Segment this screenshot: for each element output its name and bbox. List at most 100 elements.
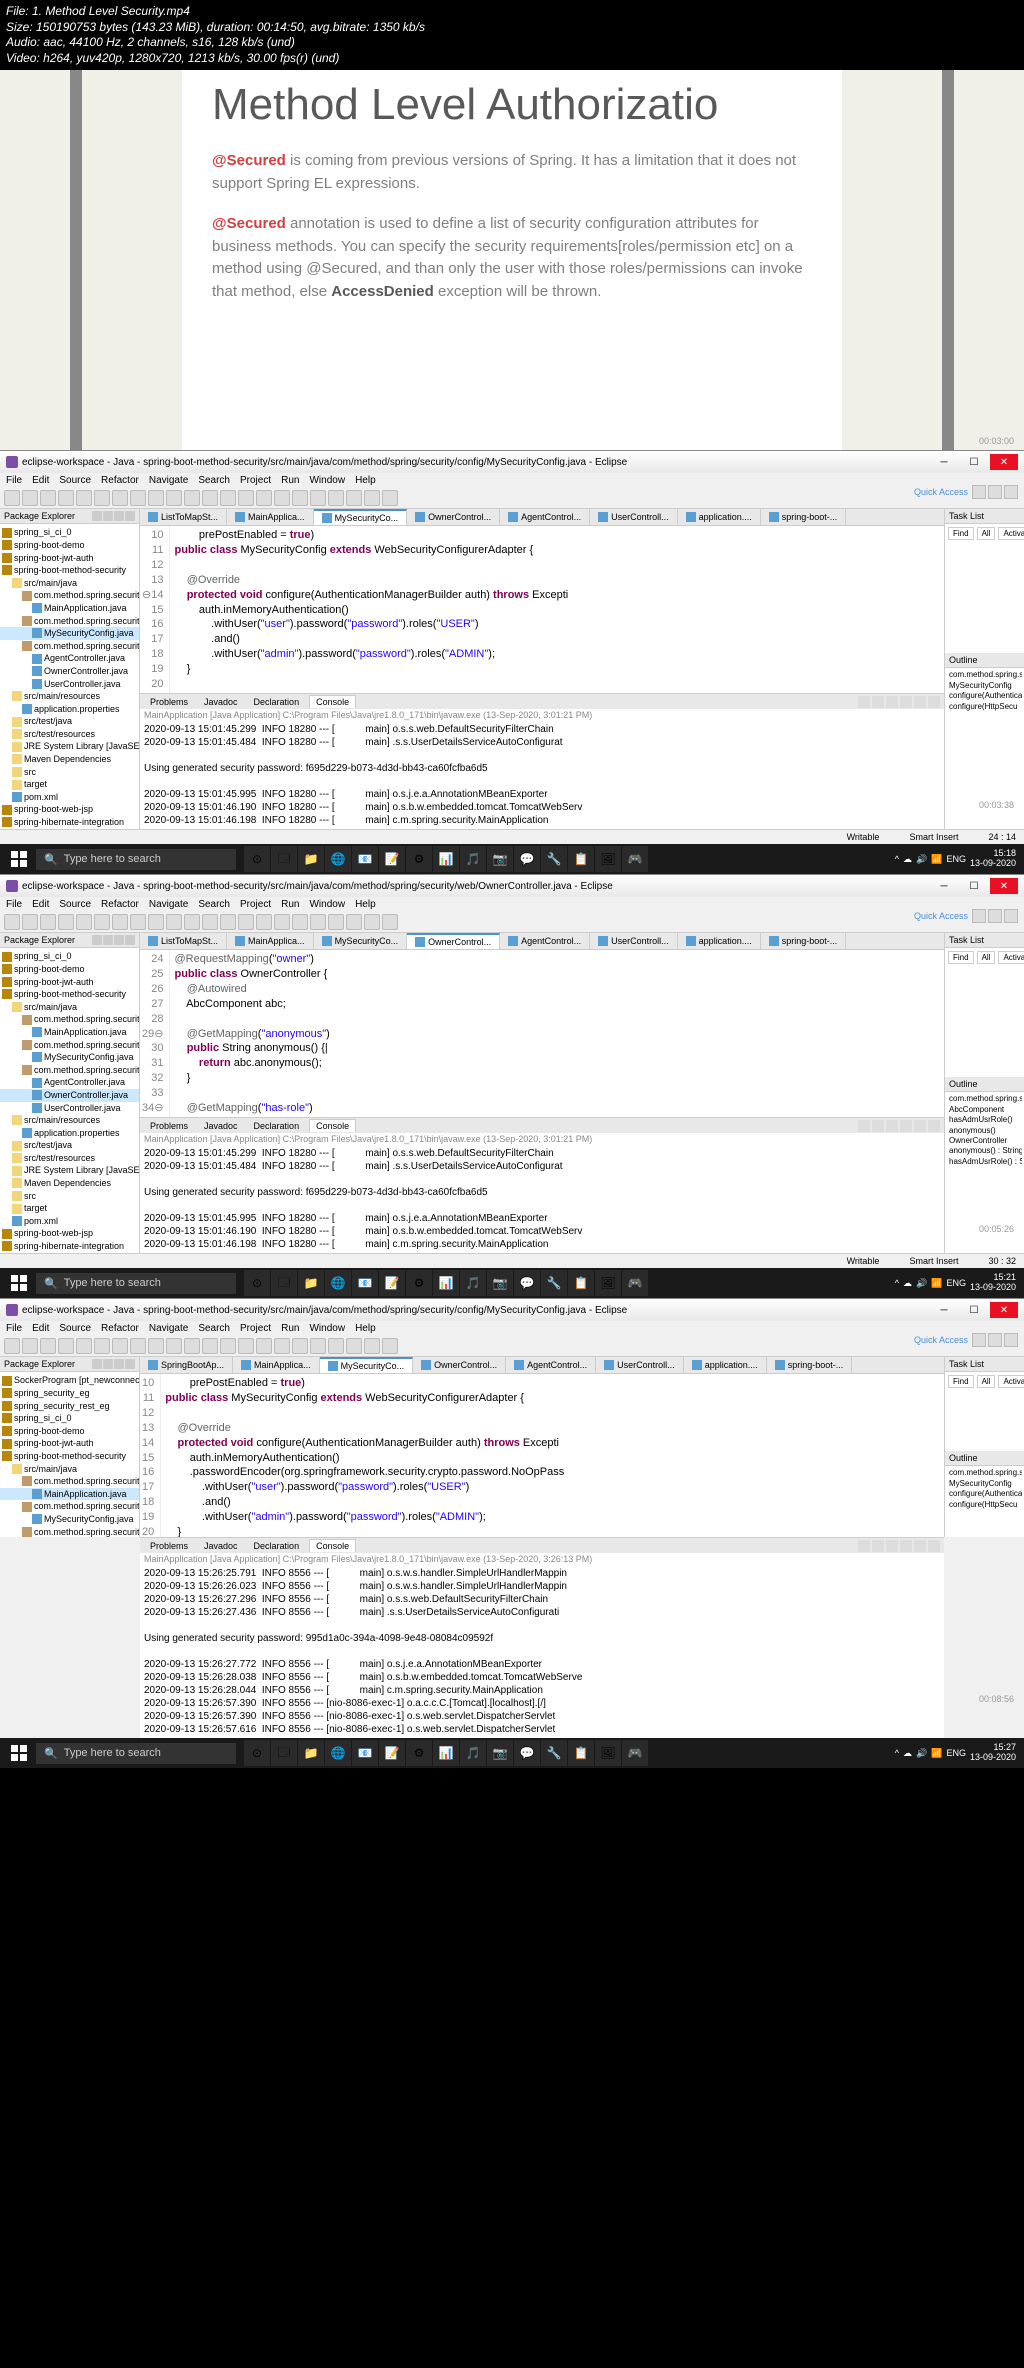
taskbar-search[interactable]: 🔍 Type here to search	[36, 849, 236, 870]
taskbar-app-icon[interactable]: 📷	[487, 846, 513, 872]
tree-item[interactable]: MainApplication.java	[0, 1026, 139, 1039]
tree-item[interactable]: SockerProgram [pt_newconnect opened]	[0, 1374, 139, 1387]
menu-edit[interactable]: Edit	[32, 475, 49, 486]
tree-item[interactable]: src/main/java	[0, 577, 139, 590]
system-tray[interactable]: ^☁🔊📶ENG 15:2113-09-2020	[895, 1273, 1020, 1293]
task-filter-button[interactable]: Activat...	[998, 951, 1024, 964]
taskbar-app-icon[interactable]: 🎵	[460, 846, 486, 872]
toolbar-button[interactable]	[76, 490, 92, 506]
editor-tab[interactable]: MainApplica...	[233, 1357, 320, 1373]
declaration-tab[interactable]: Declaration	[248, 696, 306, 708]
menu-file[interactable]: File	[6, 475, 22, 486]
console-tool-icon[interactable]	[900, 1120, 912, 1132]
toolbar-button[interactable]	[238, 1338, 254, 1354]
toolbar-button[interactable]	[166, 1338, 182, 1354]
taskbar-app-icon[interactable]: 🌐	[325, 1740, 351, 1766]
tree-item[interactable]: com.method.spring.security.config	[0, 1500, 139, 1513]
toolbar-button[interactable]	[22, 914, 38, 930]
taskbar-app-icon[interactable]: 📝	[379, 1270, 405, 1296]
editor-tab[interactable]: spring-boot-...	[761, 933, 847, 949]
start-button[interactable]	[4, 1740, 34, 1766]
system-tray[interactable]: ^☁🔊📶ENG 15:2713-09-2020	[895, 1743, 1020, 1763]
toolbar-button[interactable]	[40, 1338, 56, 1354]
toolbar-button[interactable]	[256, 914, 272, 930]
toolbar-button[interactable]	[94, 490, 110, 506]
taskbar-app-icon[interactable]: 🌐	[325, 1270, 351, 1296]
code-text[interactable]: @RequestMapping("owner") public class Ow…	[170, 950, 944, 1117]
toolbar-button[interactable]	[202, 1338, 218, 1354]
taskbar-app-icon[interactable]: 📝	[379, 1740, 405, 1766]
code-editor[interactable]: 10111213⊖141516171819202122⊖23242526 pre…	[140, 526, 944, 693]
menu-search[interactable]: Search	[198, 899, 230, 910]
toolbar-button[interactable]	[292, 914, 308, 930]
toolbar-button[interactable]	[148, 1338, 164, 1354]
toolbar-button[interactable]	[292, 1338, 308, 1354]
perspective-icon[interactable]	[972, 1333, 986, 1347]
editor-tab[interactable]: ListToMapSt...	[140, 933, 227, 949]
problems-tab[interactable]: Problems	[144, 696, 194, 708]
taskbar-app-icon[interactable]: 🗔	[271, 1740, 297, 1766]
console-tool-icon[interactable]	[872, 696, 884, 708]
editor-tab[interactable]: UserControll...	[590, 933, 678, 949]
tree-item[interactable]: AgentController.java	[0, 1076, 139, 1089]
toolbar-button[interactable]	[274, 490, 290, 506]
toolbar-button[interactable]	[346, 490, 362, 506]
menu-source[interactable]: Source	[59, 1323, 91, 1334]
tree-item[interactable]: spring_security_eg	[0, 1387, 139, 1400]
code-editor[interactable]: 10111213141516171819202122 prePostEnable…	[140, 1374, 944, 1537]
close-button[interactable]: ✕	[990, 454, 1018, 470]
tree-item[interactable]: UserController.java	[0, 678, 139, 691]
task-filter-button[interactable]: Activat...	[998, 1375, 1024, 1388]
tree-item[interactable]: MainApplication.java	[0, 602, 139, 615]
toolbar-button[interactable]	[364, 1338, 380, 1354]
tree-item[interactable]: OwnerController.java	[0, 1089, 139, 1102]
toolbar-button[interactable]	[184, 490, 200, 506]
tree-item[interactable]: src/test/java	[0, 715, 139, 728]
window-titlebar[interactable]: eclipse-workspace - Java - spring-boot-m…	[0, 451, 1024, 473]
outline-item[interactable]: hasAdmUsrRole()	[947, 1115, 1022, 1125]
menu-search[interactable]: Search	[198, 475, 230, 486]
tree-item[interactable]: com.method.spring.security.config	[0, 1039, 139, 1052]
toolbar-button[interactable]	[184, 914, 200, 930]
tree-item[interactable]: src/test/resources	[0, 1152, 139, 1165]
tree-item[interactable]: spring_si_ci_0	[0, 1412, 139, 1425]
taskbar-app-icon[interactable]: 🎵	[460, 1270, 486, 1296]
quick-access[interactable]: Quick Access	[914, 1333, 1018, 1347]
editor-tab[interactable]: OwnerControl...	[413, 1357, 506, 1373]
tree-item[interactable]: application.properties	[0, 703, 139, 716]
tree-item[interactable]: spring-boot-method-security	[0, 1450, 139, 1463]
console-tool-icon[interactable]	[886, 696, 898, 708]
toolbar-button[interactable]	[292, 490, 308, 506]
perspective-icon[interactable]	[988, 1333, 1002, 1347]
taskbar-app-icon[interactable]: 💬	[514, 846, 540, 872]
console-tab[interactable]: Console	[309, 1119, 356, 1132]
outline-item[interactable]: configure(Authentica	[947, 691, 1022, 701]
tree-item[interactable]: MySecurityConfig.java	[0, 1513, 139, 1526]
toolbar-button[interactable]	[184, 1338, 200, 1354]
console-tab[interactable]: Console	[309, 1539, 356, 1552]
editor-tab[interactable]: UserControll...	[590, 509, 678, 525]
console-tool-icon[interactable]	[872, 1540, 884, 1552]
taskbar-app-icon[interactable]: 📊	[433, 1740, 459, 1766]
taskbar-app-icon[interactable]: 📝	[379, 846, 405, 872]
javadoc-tab[interactable]: Javadoc	[198, 1120, 244, 1132]
menu-refactor[interactable]: Refactor	[101, 475, 139, 486]
console-panel[interactable]: Problems Javadoc Declaration Console Mai…	[140, 693, 944, 829]
toolbar-button[interactable]	[310, 914, 326, 930]
console-tool-icon[interactable]	[900, 1540, 912, 1552]
taskbar-app-icon[interactable]: 🎮	[622, 846, 648, 872]
tree-item[interactable]: Maven Dependencies	[0, 1177, 139, 1190]
tree-item[interactable]: JRE System Library [JavaSE-1.8]	[0, 740, 139, 753]
toolbar-button[interactable]	[4, 914, 20, 930]
tree-item[interactable]: OwnerController.java	[0, 665, 139, 678]
editor-tab[interactable]: OwnerControl...	[407, 933, 500, 949]
toolbar-button[interactable]	[310, 490, 326, 506]
perspective-icon[interactable]	[1004, 485, 1018, 499]
minimize-button[interactable]: ─	[930, 878, 958, 894]
tree-item[interactable]: MainApplication.java	[0, 1488, 139, 1501]
tree-item[interactable]: src/main/java	[0, 1001, 139, 1014]
taskbar-app-icon[interactable]: 📋	[568, 846, 594, 872]
tree-item[interactable]: JRE System Library [JavaSE-1.8]	[0, 1164, 139, 1177]
tree-item[interactable]: src/main/resources	[0, 1114, 139, 1127]
javadoc-tab[interactable]: Javadoc	[198, 1540, 244, 1552]
